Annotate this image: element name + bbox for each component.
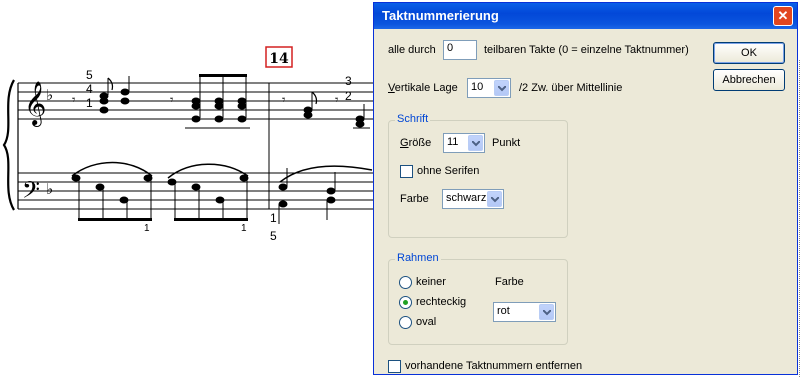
interval-suffix: teilbaren Takte (0 = einzelne Taktnummer… [484, 44, 689, 56]
slur [279, 165, 373, 183]
cancel-button[interactable]: Abbrechen [713, 69, 785, 91]
interval-value: 0 [447, 42, 454, 54]
eighth-rest-icon: 𝄾 [282, 93, 286, 108]
font-group-legend: Schrift [395, 113, 431, 125]
chevron-down-icon[interactable] [494, 80, 509, 96]
frame-option-oval-label: oval [416, 316, 437, 328]
fingering: 1 [86, 96, 93, 110]
vertical-position-suffix: /2 Zw. über Mittellinie [519, 82, 623, 94]
sans-serif-checkbox[interactable] [400, 165, 413, 178]
chevron-down-icon[interactable] [468, 135, 483, 151]
bass-clef-icon: 𝄢 [22, 176, 40, 209]
chevron-down-icon[interactable] [487, 191, 502, 207]
fingering: 1 [144, 223, 150, 234]
bass-notes [71, 168, 336, 224]
font-size-unit: Punkt [492, 137, 521, 149]
close-icon: ✕ [777, 8, 789, 23]
remove-existing-checkbox[interactable] [388, 360, 401, 373]
eighth-rest-icon: 𝄾 [335, 93, 339, 108]
sans-serif-label: ohne Serifen [417, 165, 480, 177]
grand-staff-brace [2, 79, 15, 211]
eighth-rest-icon: 𝄾 [170, 93, 174, 108]
frame-option-rectangular-label: rechteckig [416, 296, 467, 308]
slur [167, 163, 249, 179]
music-score: 𝄞 𝄢 ♭ ♭ 14 𝄾 𝄾 𝄾 𝄾 5 4 1 3 2 1 5 1 1 [0, 0, 375, 377]
fingering: 1 [270, 211, 277, 225]
font-size-label: Größe [400, 137, 432, 149]
frame-color-select[interactable]: rot [493, 302, 556, 322]
slur [71, 161, 153, 177]
frame-option-rectangular-radio[interactable] [399, 296, 412, 309]
score-canvas: 𝄞 𝄢 ♭ ♭ 14 𝄾 𝄾 𝄾 𝄾 5 4 1 3 2 1 5 1 1 [2, 46, 375, 243]
title-bar[interactable]: Taktnummerierung ✕ [374, 3, 797, 29]
dialog-title: Taktnummerierung [382, 8, 499, 23]
frame-color-value: rot [497, 305, 510, 317]
fingering: 4 [86, 82, 93, 96]
flat-icon: ♭ [46, 86, 53, 104]
vertical-position-value: 10 [471, 81, 484, 93]
frame-group-legend: Rahmen [395, 252, 441, 264]
flat-icon: ♭ [46, 180, 53, 198]
fingering: 3 [345, 74, 352, 88]
font-color-value: schwarz [446, 192, 487, 204]
measure-numbering-dialog: Taktnummerierung ✕ alle durch 0 teilbare… [373, 2, 798, 375]
frame-option-none-radio[interactable] [399, 276, 412, 289]
close-button[interactable]: ✕ [773, 6, 793, 26]
fingering: 2 [345, 89, 352, 103]
fingering: 1 [241, 223, 247, 234]
font-size-select[interactable]: 11 [443, 133, 485, 153]
interval-label: alle durch [388, 44, 436, 56]
vertical-position-select[interactable]: 10 [467, 78, 511, 98]
eighth-rest-icon: 𝄾 [72, 93, 76, 108]
fingering: 5 [86, 68, 93, 82]
font-color-select[interactable]: schwarz [442, 189, 504, 209]
vertical-position-label: Vertikale Lage [388, 82, 458, 94]
frame-color-label: Farbe [495, 276, 524, 288]
interval-input[interactable]: 0 [443, 40, 477, 60]
remove-existing-label: vorhandene Taktnummern entfernen [405, 360, 583, 372]
chevron-down-icon[interactable] [539, 304, 554, 320]
font-color-label: Farbe [400, 193, 429, 205]
frame-option-oval-radio[interactable] [399, 316, 412, 329]
font-size-value: 11 [447, 136, 459, 148]
fingering: 5 [270, 229, 277, 243]
treble-clef-icon: 𝄞 [24, 81, 46, 127]
measure-number: 14 [269, 51, 289, 67]
ok-button[interactable]: OK [713, 42, 785, 64]
frame-option-none-label: keiner [416, 276, 446, 288]
